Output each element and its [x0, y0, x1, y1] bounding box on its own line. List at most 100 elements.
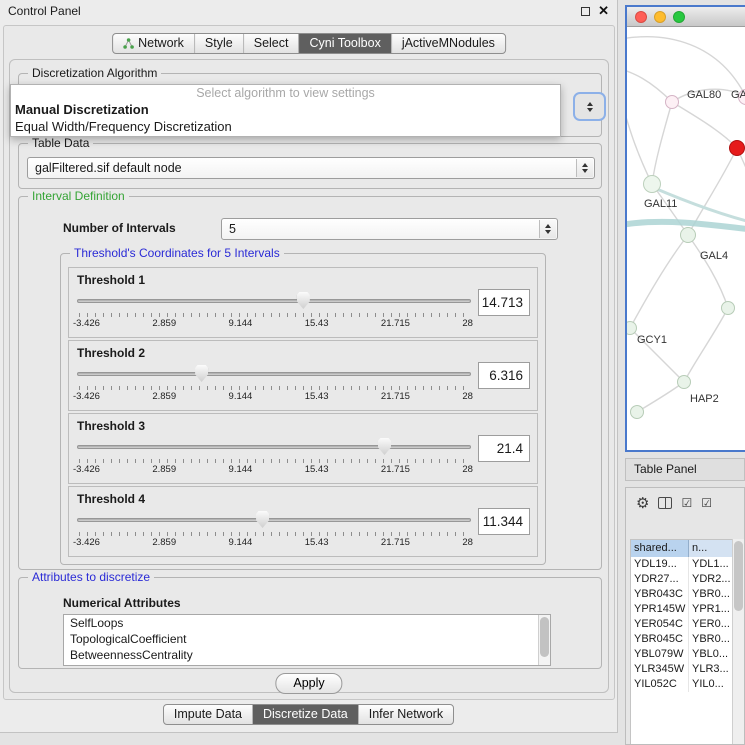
table-row[interactable]: YBL079WYBL0... [631, 647, 733, 662]
scale-label: 2.859 [152, 464, 176, 475]
slider-thumb[interactable] [378, 438, 391, 455]
select-all-checkbox-icon[interactable]: ☑ [681, 497, 692, 509]
table-cell[interactable]: YBR0... [689, 632, 733, 647]
table-cell[interactable]: YBR043C [631, 587, 689, 602]
float-window-icon[interactable] [581, 7, 590, 16]
stepper-up-icon [587, 102, 593, 106]
scale-label: 21.715 [381, 537, 410, 548]
attributes-list[interactable]: SelfLoops TopologicalCoefficient Between… [63, 614, 551, 666]
table-cell[interactable]: YBR045C [631, 632, 689, 647]
list-item[interactable]: BetweennessCentrality [64, 647, 550, 663]
threshold-slider[interactable] [77, 365, 471, 383]
num-intervals-combo[interactable]: 5 [221, 218, 558, 240]
tab-cyni-toolbox[interactable]: Cyni Toolbox [298, 34, 390, 53]
table-cell[interactable]: YER0... [689, 617, 733, 632]
table-row[interactable]: YLR345WYLR3... [631, 662, 733, 677]
threshold-value-field[interactable]: 6.316 [478, 362, 530, 389]
tab-infer-network[interactable]: Infer Network [358, 705, 453, 724]
table-cell[interactable]: YBL0... [689, 647, 733, 662]
table-cell[interactable]: YBR0... [689, 587, 733, 602]
close-icon[interactable]: ✕ [598, 6, 609, 16]
combo-stepper [576, 159, 593, 177]
table-cell[interactable]: YDL19... [631, 557, 689, 572]
scrollbar-thumb[interactable] [734, 541, 743, 611]
network-view-window: GAL80GAGAL11GAL4GCY1HAP2 [625, 5, 745, 452]
tab-impute-data[interactable]: Impute Data [164, 705, 252, 724]
table-panel-header[interactable]: Table Panel [625, 458, 745, 481]
network-icon [123, 38, 134, 49]
table-cell[interactable]: YIL052C [631, 677, 689, 692]
tab-jactivemnodules[interactable]: jActiveMNodules [391, 34, 505, 53]
tab-network[interactable]: Network [113, 34, 194, 53]
column-header-name[interactable]: n... [689, 540, 733, 557]
table-data-combo[interactable]: galFiltered.sif default node [27, 157, 595, 179]
tab-style[interactable]: Style [194, 34, 243, 53]
table-cell[interactable]: YLR3... [689, 662, 733, 677]
threshold-value-field[interactable]: 21.4 [478, 435, 530, 462]
network-node[interactable] [721, 301, 735, 315]
list-item[interactable]: SelfLoops [64, 615, 550, 631]
scale-label: -3.426 [73, 537, 100, 548]
threshold-value-field[interactable]: 11.344 [478, 508, 530, 535]
network-window-titlebar[interactable] [627, 7, 745, 27]
close-traffic-light-icon[interactable] [635, 11, 647, 23]
table-cell[interactable]: YLR345W [631, 662, 689, 677]
tab-label: Style [205, 34, 233, 53]
algorithm-combo-stepper[interactable] [573, 92, 606, 121]
threshold-slider[interactable] [77, 511, 471, 529]
scale-label: 15.43 [305, 391, 329, 402]
slider-thumb[interactable] [256, 511, 269, 528]
thresholds-group: Threshold's Coordinates for 5 Intervals … [60, 253, 546, 565]
tab-label: Discretize Data [263, 705, 348, 724]
slider-thumb[interactable] [195, 365, 208, 382]
dropdown-hint: Select algorithm to view settings [11, 85, 560, 101]
table-row[interactable]: YDR27...YDR2... [631, 572, 733, 587]
network-node[interactable] [665, 95, 679, 109]
table-row[interactable]: YDL19...YDL1... [631, 557, 733, 572]
threshold-slider[interactable] [77, 438, 471, 456]
tab-discretize-data[interactable]: Discretize Data [252, 705, 358, 724]
minimize-traffic-light-icon[interactable] [654, 11, 666, 23]
slider-thumb[interactable] [297, 292, 310, 309]
threshold-value-field[interactable]: 14.713 [478, 289, 530, 316]
tab-select[interactable]: Select [243, 34, 299, 53]
tab-label: Cyni Toolbox [309, 34, 380, 53]
select-none-checkbox-icon[interactable]: ☑ [701, 497, 712, 509]
dropdown-option-equal-width-frequency[interactable]: Equal Width/Frequency Discretization [11, 118, 560, 135]
network-node[interactable] [729, 140, 745, 156]
network-node-label: GA [731, 89, 745, 101]
table-cell[interactable]: YPR145W [631, 602, 689, 617]
scale-label: 21.715 [381, 318, 410, 329]
network-canvas[interactable]: GAL80GAGAL11GAL4GCY1HAP2 [627, 27, 745, 450]
network-node[interactable] [680, 227, 696, 243]
network-node[interactable] [643, 175, 661, 193]
dropdown-option-manual-discretization[interactable]: Manual Discretization [11, 101, 560, 118]
network-node[interactable] [677, 375, 691, 389]
table-cell[interactable]: YDR27... [631, 572, 689, 587]
table-row[interactable]: YBR043CYBR0... [631, 587, 733, 602]
table-cell[interactable]: YBL079W [631, 647, 689, 662]
column-header-shared-name[interactable]: shared... [631, 540, 689, 557]
table-cell[interactable]: YDR2... [689, 572, 733, 587]
table-row[interactable]: YER054CYER0... [631, 617, 733, 632]
table-cell[interactable]: YIL0... [689, 677, 733, 692]
threshold-label: Threshold 1 [77, 273, 145, 287]
scrollbar-thumb[interactable] [540, 617, 549, 657]
list-item[interactable]: TopologicalCoefficient [64, 631, 550, 647]
control-panel-titlebar[interactable]: Control Panel ✕ [0, 0, 617, 22]
scale-label: 9.144 [229, 391, 253, 402]
table-row[interactable]: YPR145WYPR1... [631, 602, 733, 617]
columns-icon[interactable] [658, 497, 672, 509]
table-scrollbar[interactable] [732, 539, 744, 744]
network-node[interactable] [630, 405, 644, 419]
apply-button[interactable]: Apply [275, 673, 342, 694]
table-row[interactable]: YIL052CYIL0... [631, 677, 733, 692]
threshold-slider[interactable] [77, 292, 471, 310]
table-cell[interactable]: YDL1... [689, 557, 733, 572]
gear-icon[interactable]: ⚙ [636, 496, 649, 511]
zoom-traffic-light-icon[interactable] [673, 11, 685, 23]
list-scrollbar[interactable] [538, 615, 550, 665]
table-row[interactable]: YBR045CYBR0... [631, 632, 733, 647]
table-cell[interactable]: YPR1... [689, 602, 733, 617]
table-cell[interactable]: YER054C [631, 617, 689, 632]
